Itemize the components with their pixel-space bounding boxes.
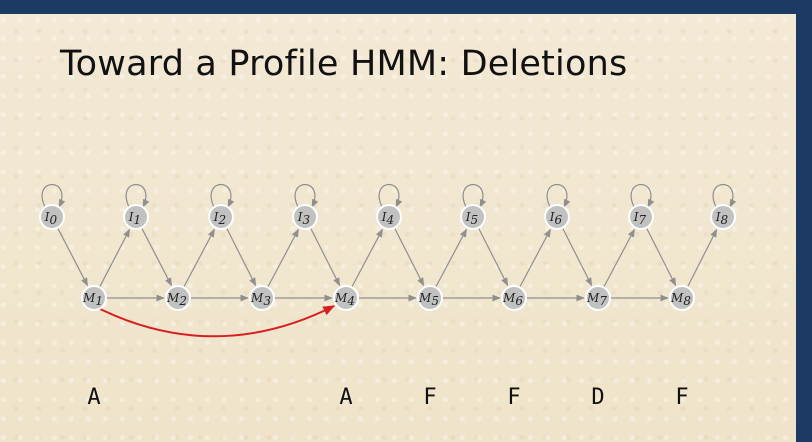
- self-loop-i7: [630, 184, 655, 208]
- self-loop-i2: [210, 184, 235, 208]
- emitted-symbol-m1: A: [87, 385, 100, 410]
- transition-edges: [57, 228, 718, 302]
- edge-m7-i7: [603, 228, 635, 287]
- edge-i1-m2: [141, 228, 173, 287]
- edge-m4-i4: [351, 228, 383, 287]
- self-loop-edges: [41, 184, 737, 208]
- edge-i6-m7: [562, 228, 593, 287]
- edge-i2-m3: [226, 228, 257, 287]
- edge-i3-m4: [310, 228, 341, 287]
- deletion-edge-m1-m4: [99, 305, 336, 338]
- edge-m8-i8: [687, 228, 718, 287]
- state-node-i4: I4: [376, 204, 402, 230]
- state-node-i2: I2: [208, 204, 234, 230]
- self-loop-i0: [41, 184, 66, 208]
- state-node-m6: M6: [501, 285, 527, 311]
- emitted-symbol-m6: F: [507, 385, 520, 410]
- edge-m2-i2: [183, 228, 215, 287]
- state-node-i8: I8: [710, 204, 736, 230]
- edge-i4-m5: [394, 228, 425, 287]
- emitted-symbol-m4: A: [339, 385, 352, 410]
- edge-m1-i1: [99, 228, 131, 287]
- state-nodes: I0 I1 I2 I3 I4 I5 I6 I7 I8 M1 M2 M3 M4 M5 M6 M7 M8: [39, 204, 736, 311]
- self-loop-i4: [378, 184, 403, 208]
- state-node-m3: M3: [249, 285, 275, 311]
- deletion-edges: [99, 305, 336, 338]
- state-node-m4: M4: [333, 285, 359, 311]
- state-node-i0: I0: [39, 204, 65, 230]
- edge-m6-i6: [519, 228, 551, 287]
- state-node-m1: M1: [81, 285, 107, 311]
- emitted-symbol-m7: D: [591, 385, 604, 410]
- edge-i5-m6: [478, 228, 509, 287]
- edge-i7-m8: [646, 228, 677, 287]
- state-node-i1: I1: [123, 204, 149, 230]
- self-loop-i1: [125, 184, 150, 208]
- edge-m3-i3: [267, 228, 299, 287]
- state-node-i6: I6: [544, 204, 570, 230]
- edge-i0-m1: [57, 228, 89, 287]
- self-loop-i5: [462, 184, 487, 208]
- screen: Toward a Profile HMM: Deletions I0 I1 I2 I3…: [0, 0, 812, 442]
- self-loop-i8: [712, 184, 737, 208]
- self-loop-i6: [546, 184, 571, 208]
- emitted-symbol-m8: F: [675, 385, 688, 410]
- state-node-i7: I7: [628, 204, 654, 230]
- state-node-m7: M7: [585, 285, 611, 311]
- emitted-symbol-m5: F: [423, 385, 436, 410]
- profile-hmm-diagram: I0 I1 I2 I3 I4 I5 I6 I7 I8 M1 M2 M3 M4 M5 M6 M7 M8 A A F F D…: [39, 184, 737, 410]
- state-node-i3: I3: [292, 204, 318, 230]
- state-node-i5: I5: [460, 204, 486, 230]
- edge-m5-i5: [435, 228, 467, 287]
- self-loop-i3: [294, 184, 319, 208]
- state-node-m5: M5: [417, 285, 443, 311]
- emitted-symbols: AAFFDF: [87, 385, 688, 410]
- state-node-m2: M2: [165, 285, 191, 311]
- state-node-m8: M8: [669, 285, 695, 311]
